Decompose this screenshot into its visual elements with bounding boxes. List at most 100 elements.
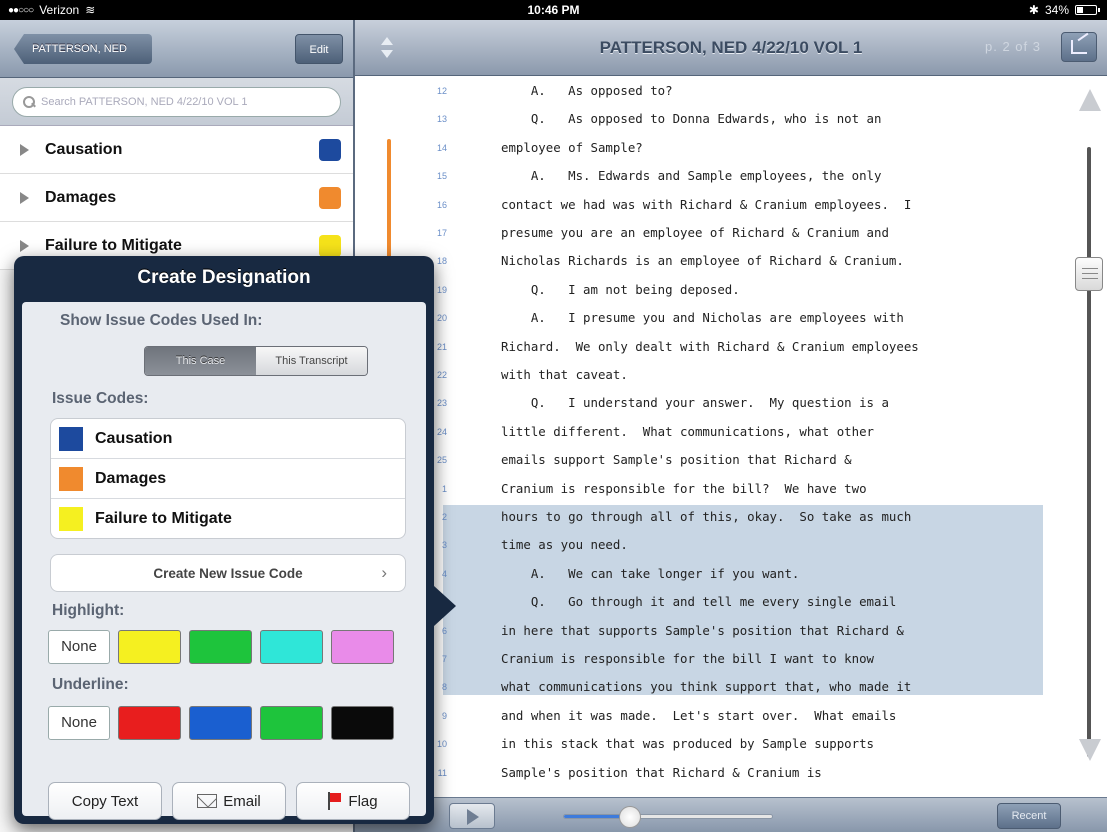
line-number: 12 bbox=[436, 86, 447, 96]
issue-code-label: Damages bbox=[95, 469, 167, 487]
flag-button[interactable]: Flag bbox=[296, 782, 410, 820]
disclosure-triangle-icon[interactable] bbox=[20, 239, 29, 252]
battery-percent: 34% bbox=[1044, 3, 1069, 17]
issue-code-swatch bbox=[59, 426, 83, 451]
issue-color-swatch bbox=[319, 234, 341, 257]
transcript-line[interactable]: 8 what communications you think support t… bbox=[355, 679, 1067, 707]
scroll-up-icon[interactable] bbox=[1079, 89, 1101, 111]
issue-code-row[interactable]: Causation bbox=[51, 419, 405, 459]
transcript-line[interactable]: 20 A. I presume you and Nicholas are emp… bbox=[355, 310, 1067, 338]
transcript-line[interactable]: 19 Q. I am not being deposed. bbox=[355, 282, 1067, 310]
create-designation-popover: Create Designation Show Issue Codes Used… bbox=[14, 256, 456, 824]
transcript-line[interactable]: 2 hours to go through all of this, okay. … bbox=[355, 509, 1067, 537]
battery-icon bbox=[1075, 5, 1100, 15]
popover-arrow bbox=[434, 586, 456, 626]
issue-row[interactable]: Causation bbox=[0, 126, 353, 174]
underline-color-swatch[interactable] bbox=[118, 706, 181, 740]
create-new-issue-code-label: Create New Issue Code bbox=[153, 566, 303, 581]
issue-list: Causation Damages Failure to Mitigate bbox=[0, 126, 353, 270]
highlight-none-button[interactable]: None bbox=[48, 630, 110, 664]
search-bar: Search PATTERSON, NED 4/22/10 VOL 1 bbox=[0, 78, 353, 126]
transcript-line[interactable]: 25 emails support Sample's position that … bbox=[355, 452, 1067, 480]
line-text: time as you need. bbox=[501, 537, 628, 553]
flag-label: Flag bbox=[348, 792, 378, 810]
media-progress-slider[interactable] bbox=[563, 806, 773, 828]
underline-none-button[interactable]: None bbox=[48, 706, 110, 740]
transcript-line[interactable]: 18 Nicholas Richards is an employee of Ri… bbox=[355, 253, 1067, 281]
recent-button[interactable]: Recent bbox=[997, 803, 1061, 829]
line-text: Q. Go through it and tell me every singl… bbox=[501, 594, 897, 610]
underline-color-swatch[interactable] bbox=[331, 706, 394, 740]
page-counter: p. 2 of 3 bbox=[985, 39, 1041, 54]
underline-color-swatch[interactable] bbox=[189, 706, 252, 740]
line-number: 14 bbox=[436, 142, 447, 153]
transcript-line[interactable]: 21 Richard. We only dealt with Richard & … bbox=[355, 339, 1067, 367]
line-text: A. We can take longer if you want. bbox=[501, 565, 800, 581]
media-toolbar: Recent bbox=[355, 797, 1107, 832]
disclosure-triangle-icon[interactable] bbox=[20, 191, 29, 204]
transcript-line[interactable]: 5 Q. Go through it and tell me every sin… bbox=[355, 594, 1067, 622]
segment-this-transcript[interactable]: This Transcript bbox=[256, 347, 367, 375]
scroll-down-icon[interactable] bbox=[1079, 739, 1101, 761]
underline-color-swatch[interactable] bbox=[260, 706, 323, 740]
chevron-right-icon: › bbox=[381, 563, 387, 582]
line-text: presume you are an employee of Richard &… bbox=[501, 225, 889, 240]
issue-code-row[interactable]: Damages bbox=[51, 459, 405, 499]
popover-title: Create Designation bbox=[137, 267, 311, 288]
transcript-line[interactable]: 1 Cranium is responsible for the bill? We… bbox=[355, 481, 1067, 509]
transcript-line[interactable]: 6 in here that supports Sample's position… bbox=[355, 623, 1067, 651]
issue-color-swatch bbox=[319, 186, 341, 209]
highlight-color-swatch[interactable] bbox=[118, 630, 181, 664]
search-icon bbox=[23, 96, 35, 108]
flag-icon bbox=[328, 792, 342, 810]
transcript-line[interactable]: 16 contact we had was with Richard & Cran… bbox=[355, 197, 1067, 225]
highlight-color-swatch[interactable] bbox=[189, 630, 252, 664]
status-bar: ●●○○○ Verizon ≋ 10:46 PM ✱ 34% bbox=[0, 0, 1107, 20]
copy-text-label: Copy Text bbox=[71, 792, 139, 810]
highlight-color-swatch[interactable] bbox=[260, 630, 323, 664]
disclosure-triangle-icon[interactable] bbox=[20, 143, 29, 156]
transcript-line[interactable]: 12 A. As opposed to? bbox=[355, 83, 1067, 111]
issue-row[interactable]: Damages bbox=[0, 174, 353, 222]
transcript-line[interactable]: 17 presume you are an employee of Richard… bbox=[355, 225, 1067, 253]
line-text: A. As opposed to? bbox=[501, 83, 673, 98]
highlight-color-swatch[interactable] bbox=[331, 630, 394, 664]
line-text: what communications you think support th… bbox=[501, 679, 912, 695]
share-button[interactable] bbox=[1061, 32, 1097, 62]
line-text: Q. As opposed to Donna Edwards, who is n… bbox=[501, 111, 882, 127]
transcript-line[interactable]: 7 Cranium is responsible for the bill I w… bbox=[355, 651, 1067, 679]
search-placeholder: Search PATTERSON, NED 4/22/10 VOL 1 bbox=[41, 96, 248, 108]
transcript-line[interactable]: 11 Sample's position that Richard & Crani… bbox=[355, 765, 1067, 793]
email-button[interactable]: Email bbox=[172, 782, 286, 820]
scroll-thumb[interactable] bbox=[1075, 257, 1103, 291]
play-button[interactable] bbox=[449, 803, 495, 829]
back-button[interactable]: PATTERSON, NED bbox=[14, 34, 152, 64]
search-input[interactable]: Search PATTERSON, NED 4/22/10 VOL 1 bbox=[12, 87, 341, 117]
transcript-line[interactable]: 4 A. We can take longer if you want. bbox=[355, 566, 1067, 594]
edit-button[interactable]: Edit bbox=[295, 34, 343, 64]
issue-code-row[interactable]: Failure to Mitigate bbox=[51, 499, 405, 538]
transcript-line[interactable]: 15 A. Ms. Edwards and Sample employees, … bbox=[355, 168, 1067, 196]
transcript-line[interactable]: 24 little different. What communications,… bbox=[355, 424, 1067, 452]
transcript-line[interactable]: 13 Q. As opposed to Donna Edwards, who i… bbox=[355, 111, 1067, 139]
media-slider-knob[interactable] bbox=[619, 806, 641, 828]
line-text: Q. I am not being deposed. bbox=[501, 281, 740, 297]
highlight-label: Highlight: bbox=[52, 602, 125, 619]
transcript-line[interactable]: 22 with that caveat. bbox=[355, 367, 1067, 395]
issue-label: Causation bbox=[45, 140, 123, 158]
copy-text-button[interactable]: Copy Text bbox=[48, 782, 162, 820]
scroll-track[interactable] bbox=[1087, 147, 1091, 757]
line-number: 15 bbox=[436, 171, 447, 182]
transcript-line[interactable]: 14 employee of Sample? bbox=[355, 140, 1067, 168]
underline-label: Underline: bbox=[52, 676, 129, 693]
segment-this-case[interactable]: This Case bbox=[145, 347, 256, 375]
transcript-body[interactable]: 12 A. As opposed to? 13 Q. As opposed to … bbox=[355, 77, 1067, 797]
transcript-line[interactable]: 10 in this stack that was produced by Sam… bbox=[355, 736, 1067, 764]
line-text: Richard. We only dealt with Richard & Cr… bbox=[501, 338, 919, 354]
popover-body: Show Issue Codes Used In: This Case This… bbox=[22, 302, 426, 820]
transcript-line[interactable]: 9 and when it was made. Let's start over.… bbox=[355, 708, 1067, 736]
transcript-line[interactable]: 3 time as you need. bbox=[355, 537, 1067, 565]
line-text: with that caveat. bbox=[501, 367, 628, 382]
transcript-line[interactable]: 23 Q. I understand your answer. My quest… bbox=[355, 395, 1067, 423]
create-new-issue-code-button[interactable]: Create New Issue Code › bbox=[50, 554, 406, 592]
